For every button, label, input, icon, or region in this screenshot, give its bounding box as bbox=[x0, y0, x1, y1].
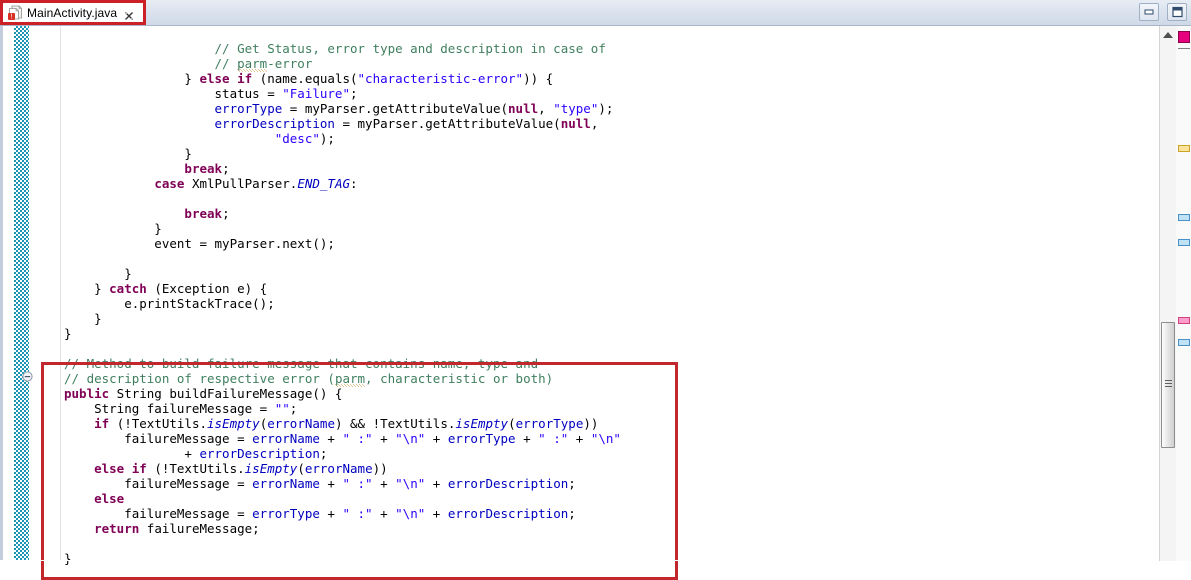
warning-marker[interactable] bbox=[1178, 145, 1190, 152]
editor-tab-label: MainActivity.java bbox=[27, 6, 117, 20]
vertical-scrollbar[interactable] bbox=[1160, 26, 1176, 561]
window-controls bbox=[1139, 3, 1187, 21]
error-marker[interactable] bbox=[1178, 31, 1190, 43]
ruler-separator bbox=[1178, 48, 1190, 49]
overview-ruler[interactable] bbox=[1176, 26, 1191, 561]
scroll-up-arrow-icon[interactable] bbox=[1163, 32, 1173, 38]
error-marker[interactable] bbox=[1178, 317, 1190, 324]
editor-left-border bbox=[0, 26, 3, 561]
occurrence-marker[interactable] bbox=[1178, 214, 1190, 221]
java-file-error-icon: ! bbox=[8, 5, 23, 20]
overview-ruler-zone bbox=[1159, 26, 1191, 561]
occurrence-marker[interactable] bbox=[1178, 239, 1190, 246]
code-editor-area[interactable]: // Get Status, error type and descriptio… bbox=[0, 26, 1191, 561]
close-icon[interactable] bbox=[123, 7, 135, 19]
minimize-icon[interactable] bbox=[1139, 3, 1159, 21]
gutter-separator bbox=[60, 26, 61, 561]
scrollbar-grip-icon bbox=[1165, 380, 1172, 387]
quick-diff-change-bar bbox=[14, 26, 29, 561]
editor-tab-bar: ! MainActivity.java bbox=[0, 0, 1191, 26]
svg-text:!: ! bbox=[11, 14, 13, 20]
maximize-icon[interactable] bbox=[1167, 3, 1187, 21]
collapse-minus-icon[interactable] bbox=[22, 367, 33, 378]
source-code[interactable]: // Get Status, error type and descriptio… bbox=[64, 41, 621, 566]
eclipse-editor-window: ! MainActivity.java bbox=[0, 0, 1191, 561]
scrollbar-thumb[interactable] bbox=[1161, 322, 1175, 448]
editor-tab-mainactivity[interactable]: ! MainActivity.java bbox=[0, 0, 146, 25]
occurrence-marker[interactable] bbox=[1178, 339, 1190, 346]
